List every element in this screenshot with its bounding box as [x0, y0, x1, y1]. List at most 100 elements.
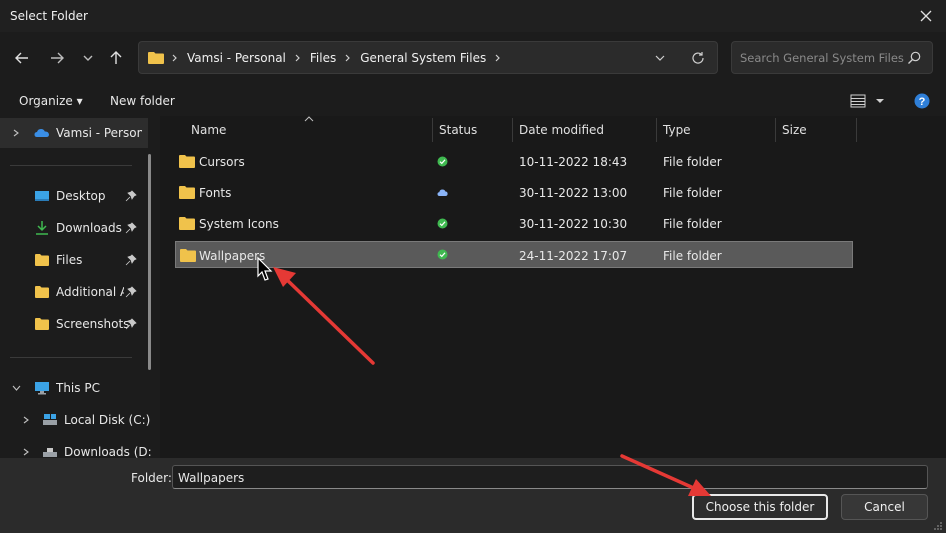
drive-icon — [43, 414, 57, 425]
pin-icon[interactable] — [125, 318, 137, 330]
computer-icon — [35, 382, 49, 395]
column-header-status[interactable]: Status — [439, 123, 477, 137]
sidebar-item-label: Desktop — [56, 189, 106, 203]
cancel-button[interactable]: Cancel — [841, 494, 928, 520]
search-placeholder: Search General System Files — [740, 51, 904, 65]
file-name: Fonts — [199, 186, 232, 200]
resize-grip-icon[interactable] — [933, 521, 943, 531]
chevron-right-icon[interactable] — [342, 52, 354, 64]
view-options-icon[interactable] — [850, 94, 866, 108]
column-header-size[interactable]: Size — [782, 123, 807, 137]
view-dropdown-chevron-icon[interactable] — [874, 96, 886, 106]
synced-check-icon — [437, 249, 448, 260]
file-list: Name Status Date modified Type Size Curs… — [160, 116, 946, 458]
column-headers: Name Status Date modified Type Size — [160, 116, 946, 144]
expand-chevron-icon[interactable] — [22, 416, 30, 424]
onedrive-cloud-icon — [34, 129, 49, 137]
file-row-selected[interactable]: Wallpapers 24-11-2022 17:07 File folder — [175, 241, 853, 268]
file-date: 10-11-2022 18:43 — [519, 155, 628, 169]
file-type: File folder — [663, 217, 722, 231]
command-bar: Organize ▾ New folder ? — [0, 86, 946, 116]
sidebar-item-additional[interactable]: Additional A: — [0, 277, 148, 307]
breadcrumb-item[interactable]: Vamsi - Personal — [185, 51, 288, 65]
file-name: Cursors — [199, 155, 245, 169]
sidebar-divider — [10, 357, 132, 358]
pin-icon[interactable] — [125, 222, 137, 234]
pin-icon[interactable] — [125, 254, 137, 266]
navigation-bar: Vamsi - Personal Files General System Fi… — [0, 32, 946, 86]
column-header-date[interactable]: Date modified — [519, 123, 604, 137]
cloud-status-icon — [437, 189, 448, 196]
expand-chevron-icon[interactable] — [22, 448, 30, 456]
dialog-footer: Folder: Wallpapers Choose this folder Ca… — [0, 458, 946, 533]
folder-icon — [35, 286, 49, 298]
sidebar-item-label: Downloads (D: — [64, 445, 152, 458]
file-row[interactable]: Cursors 10-11-2022 18:43 File folder — [175, 148, 853, 175]
column-separator[interactable] — [432, 118, 433, 142]
folder-icon — [35, 318, 49, 330]
sidebar-item-files[interactable]: Files — [0, 245, 148, 275]
file-date: 30-11-2022 10:30 — [519, 217, 628, 231]
file-type: File folder — [663, 186, 722, 200]
sidebar-item-label: Vamsi - Persona — [56, 126, 142, 140]
folder-label: Folder: — [131, 471, 172, 485]
chevron-right-icon[interactable] — [292, 52, 304, 64]
folder-icon — [179, 155, 195, 168]
expanded-chevron-icon[interactable] — [12, 384, 21, 392]
recent-locations-chevron-icon[interactable] — [76, 46, 100, 70]
folder-icon — [148, 52, 164, 64]
file-name: System Icons — [199, 217, 279, 231]
title-bar: Select Folder — [0, 0, 946, 32]
navigation-pane: Vamsi - Persona Desktop Downloads Files … — [0, 116, 157, 458]
forward-arrow-icon[interactable] — [45, 46, 69, 70]
search-icon[interactable] — [906, 50, 922, 66]
sidebar-item-screenshots[interactable]: Screenshots — [0, 309, 148, 339]
sidebar-item-desktop[interactable]: Desktop — [0, 181, 148, 211]
address-dropdown-chevron-icon[interactable] — [653, 51, 667, 65]
breadcrumb-item[interactable]: General System Files — [358, 51, 488, 65]
breadcrumb-item[interactable]: Files — [308, 51, 338, 65]
column-separator[interactable] — [512, 118, 513, 142]
organize-menu-button[interactable]: Organize ▾ — [19, 94, 83, 108]
expand-chevron-icon[interactable] — [12, 129, 20, 137]
sidebar-item-onedrive[interactable]: Vamsi - Persona — [0, 118, 148, 148]
address-bar[interactable]: Vamsi - Personal Files General System Fi… — [138, 41, 718, 74]
sidebar-scrollbar[interactable] — [148, 154, 151, 370]
folder-name-input[interactable]: Wallpapers — [172, 465, 928, 489]
file-type: File folder — [663, 155, 722, 169]
column-header-name[interactable]: Name — [191, 123, 226, 137]
column-separator[interactable] — [856, 118, 857, 142]
column-header-type[interactable]: Type — [663, 123, 691, 137]
pin-icon[interactable] — [125, 286, 137, 298]
search-box[interactable]: Search General System Files — [731, 41, 933, 74]
chevron-right-icon[interactable] — [492, 52, 504, 64]
sidebar-item-this-pc[interactable]: This PC — [0, 373, 148, 403]
help-icon[interactable]: ? — [914, 93, 930, 109]
sidebar-item-downloads[interactable]: Downloads — [0, 213, 148, 243]
back-arrow-icon[interactable] — [10, 46, 34, 70]
up-arrow-icon[interactable] — [104, 46, 128, 70]
choose-this-folder-button[interactable]: Choose this folder — [692, 494, 828, 520]
column-separator[interactable] — [656, 118, 657, 142]
refresh-icon[interactable] — [690, 50, 706, 66]
synced-check-icon — [437, 218, 448, 229]
file-row[interactable]: Fonts 30-11-2022 13:00 File folder — [175, 179, 853, 206]
file-type: File folder — [663, 249, 722, 263]
folder-icon — [35, 254, 49, 266]
column-separator[interactable] — [775, 118, 776, 142]
new-folder-button[interactable]: New folder — [110, 94, 175, 108]
file-row[interactable]: System Icons 30-11-2022 10:30 File folde… — [175, 210, 853, 237]
sidebar-divider — [10, 165, 132, 166]
sidebar-item-downloads-drive[interactable]: Downloads (D: — [0, 437, 152, 458]
file-date: 30-11-2022 13:00 — [519, 186, 628, 200]
folder-name-value: Wallpapers — [178, 471, 245, 485]
close-icon[interactable] — [914, 4, 938, 28]
svg-text:?: ? — [919, 96, 926, 108]
sidebar-item-label: This PC — [56, 381, 100, 395]
chevron-right-icon — [172, 54, 177, 61]
sidebar-item-local-disk[interactable]: Local Disk (C:) — [0, 405, 150, 435]
folder-icon — [179, 186, 195, 199]
sidebar-item-label: Files — [56, 253, 83, 267]
desktop-icon — [35, 191, 49, 201]
pin-icon[interactable] — [125, 190, 137, 202]
